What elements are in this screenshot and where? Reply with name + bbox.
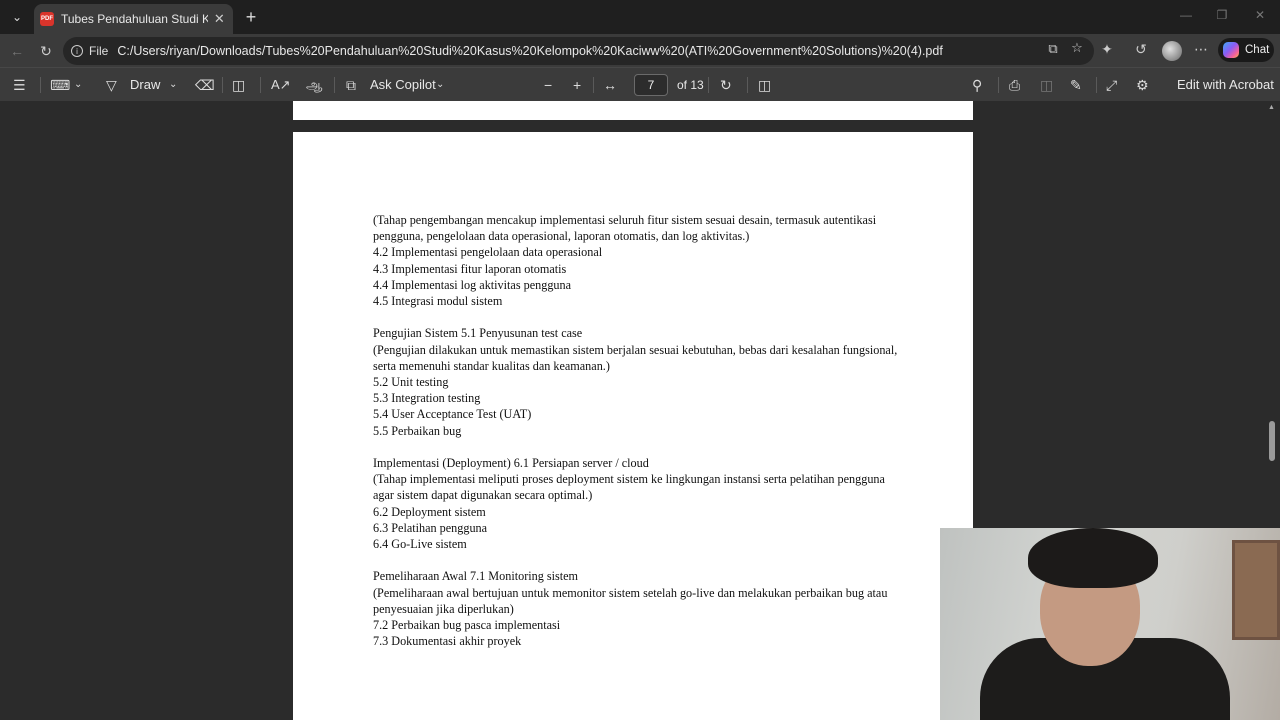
tab-actions-menu-icon[interactable]: ⌄ (6, 6, 28, 28)
info-icon[interactable]: i (71, 45, 83, 57)
list-item: 5.5 Perbaikan bug (373, 423, 462, 438)
list-item: 4.3 Implementasi fitur laporan otomatis (373, 261, 567, 276)
page-number-input[interactable]: 7 (634, 74, 668, 96)
pdf-toolbar: ☰ ⌨ ⌄ ▽ Draw ⌄ ⌫ ◫ A↗ ஆ ⧉ Ask Copilot ⌄ … (0, 67, 1280, 101)
webcam-person-hair (1028, 528, 1158, 588)
browser-tab[interactable]: PDF Tubes Pendahuluan Studi Kasus Kelomp… (34, 4, 233, 34)
toolbar-divider (593, 77, 594, 93)
close-window-icon[interactable]: ✕ (1250, 8, 1270, 22)
highlight-icon[interactable]: ⌨ (50, 76, 70, 94)
toolbar-divider (1096, 77, 1097, 93)
paragraph: (Tahap implementasi meliputi proses depl… (373, 472, 885, 503)
file-scheme-label: File (89, 44, 109, 58)
zoom-in-icon[interactable]: + (573, 76, 581, 94)
toolbar-divider (708, 77, 709, 93)
paragraph: (Pengujian dilakukan untuk memastikan si… (373, 342, 898, 373)
restore-icon[interactable]: ❐ (1212, 8, 1232, 22)
list-item: 5.3 Integration testing (373, 391, 481, 406)
draw-label[interactable]: Draw (130, 76, 160, 94)
fullscreen-icon[interactable]: ⤢ (1106, 76, 1117, 94)
search-icon[interactable]: ⚲ (972, 76, 982, 94)
rotate-icon[interactable]: ↻ (720, 76, 732, 94)
copilot-page-icon[interactable]: ⧉ (1045, 41, 1061, 57)
back-icon[interactable]: ← (7, 41, 27, 61)
list-item: 5.4 User Acceptance Test (UAT) (373, 407, 532, 422)
zoom-out-icon[interactable]: − (544, 76, 552, 94)
section-heading: Pemeliharaan Awal 7.1 Monitoring sistem (373, 569, 579, 584)
extensions-icon[interactable]: ✦ (1097, 41, 1117, 58)
section-heading: Implementasi (Deployment) 6.1 Persiapan … (373, 456, 649, 471)
save-as-icon[interactable]: ✎ (1070, 76, 1082, 94)
list-item: 4.5 Integrasi modul sistem (373, 294, 503, 309)
draw-options-chevron-icon[interactable]: ⌄ (169, 76, 177, 94)
address-bar[interactable]: i File C:/Users/riyan/Downloads/Tubes%20… (63, 37, 1094, 65)
paragraph: (Tahap pengembangan mencakup implementas… (373, 213, 877, 244)
section-deployment: Implementasi (Deployment) 6.1 Persiapan … (373, 455, 903, 552)
scroll-thumb[interactable] (1269, 421, 1275, 461)
toolbar-divider (998, 77, 999, 93)
history-icon[interactable]: ↺ (1131, 41, 1151, 58)
toolbar-divider (334, 77, 335, 93)
ask-copilot-chevron-icon[interactable]: ⌄ (436, 76, 444, 94)
toolbar-divider (260, 77, 261, 93)
erase-icon[interactable]: ⌫ (195, 76, 215, 94)
pdf-page: (Tahap pengembangan mencakup implementas… (293, 132, 973, 720)
webcam-background-window (1232, 540, 1280, 640)
page-view-icon[interactable]: ◫ (758, 76, 771, 94)
previous-page-bottom (293, 101, 973, 120)
list-item: 5.2 Unit testing (373, 375, 449, 390)
favorite-star-icon[interactable]: ☆ (1069, 40, 1085, 56)
page-content: (Tahap pengembangan mencakup implementas… (373, 212, 903, 666)
list-item: 6.4 Go-Live sistem (373, 537, 467, 552)
list-item: 6.3 Pelatihan pengguna (373, 520, 488, 535)
contents-list-icon[interactable]: ☰ (13, 76, 26, 94)
address-bar-row: ← ↻ i File C:/Users/riyan/Downloads/Tube… (0, 34, 1280, 67)
highlight-options-chevron-icon[interactable]: ⌄ (74, 76, 82, 94)
copilot-icon[interactable]: ⧉ (346, 76, 356, 94)
url-text[interactable]: C:/Users/riyan/Downloads/Tubes%20Pendahu… (117, 44, 942, 58)
read-aloud-icon[interactable]: A↗ (271, 76, 291, 94)
section-testing: Pengujian Sistem 5.1 Penyusunan test cas… (373, 325, 903, 438)
add-text-icon[interactable]: ◫ (232, 76, 245, 94)
page-total: of 13 (677, 78, 704, 92)
minimize-icon[interactable]: — (1176, 8, 1196, 22)
pdf-file-icon: PDF (40, 12, 54, 26)
section-heading: Pengujian Sistem 5.1 Penyusunan test cas… (373, 326, 583, 341)
webcam-overlay (940, 528, 1280, 720)
edit-with-acrobat-button[interactable]: Edit with Acrobat (1177, 76, 1274, 94)
paragraph: (Pemeliharaan awal bertujuan untuk memon… (373, 585, 888, 616)
toolbar-divider (222, 77, 223, 93)
list-item: 7.3 Dokumentasi akhir proyek (373, 634, 522, 649)
list-item: 4.2 Implementasi pengelolaan data operas… (373, 245, 603, 260)
scroll-up-arrow-icon[interactable]: ▲ (1268, 104, 1275, 111)
settings-gear-icon[interactable]: ⚙ (1136, 76, 1149, 94)
refresh-icon[interactable]: ↻ (36, 41, 56, 61)
more-options-icon[interactable]: ⋯ (1191, 41, 1211, 58)
draw-icon[interactable]: ▽ (106, 76, 117, 94)
tab-strip: ⌄ PDF Tubes Pendahuluan Studi Kasus Kelo… (0, 0, 1280, 34)
print-icon[interactable]: ⎙ (1009, 76, 1020, 94)
toolbar-divider (747, 77, 748, 93)
profile-avatar[interactable] (1162, 41, 1182, 61)
new-tab-icon[interactable]: + (241, 7, 261, 27)
fit-to-width-icon[interactable]: ↔ (603, 76, 617, 94)
list-item: 6.2 Deployment sistem (373, 504, 486, 519)
toolbar-divider (40, 77, 41, 93)
tab-title: Tubes Pendahuluan Studi Kasus Kelompok K… (61, 12, 208, 26)
close-tab-icon[interactable]: ✕ (212, 11, 227, 27)
section-development: (Tahap pengembangan mencakup implementas… (373, 212, 903, 309)
list-item: 7.2 Perbaikan bug pasca implementasi (373, 618, 561, 633)
copilot-logo-icon (1223, 42, 1239, 58)
list-item: 4.4 Implementasi log aktivitas pengguna (373, 277, 572, 292)
translate-icon[interactable]: ஆ (306, 76, 322, 94)
copilot-chat-button[interactable]: Chat (1218, 38, 1274, 62)
save-icon[interactable]: ◫ (1040, 76, 1053, 94)
ask-copilot-label[interactable]: Ask Copilot (370, 76, 436, 94)
chat-label: Chat (1245, 44, 1270, 56)
section-maintenance: Pemeliharaan Awal 7.1 Monitoring sistem … (373, 568, 903, 649)
